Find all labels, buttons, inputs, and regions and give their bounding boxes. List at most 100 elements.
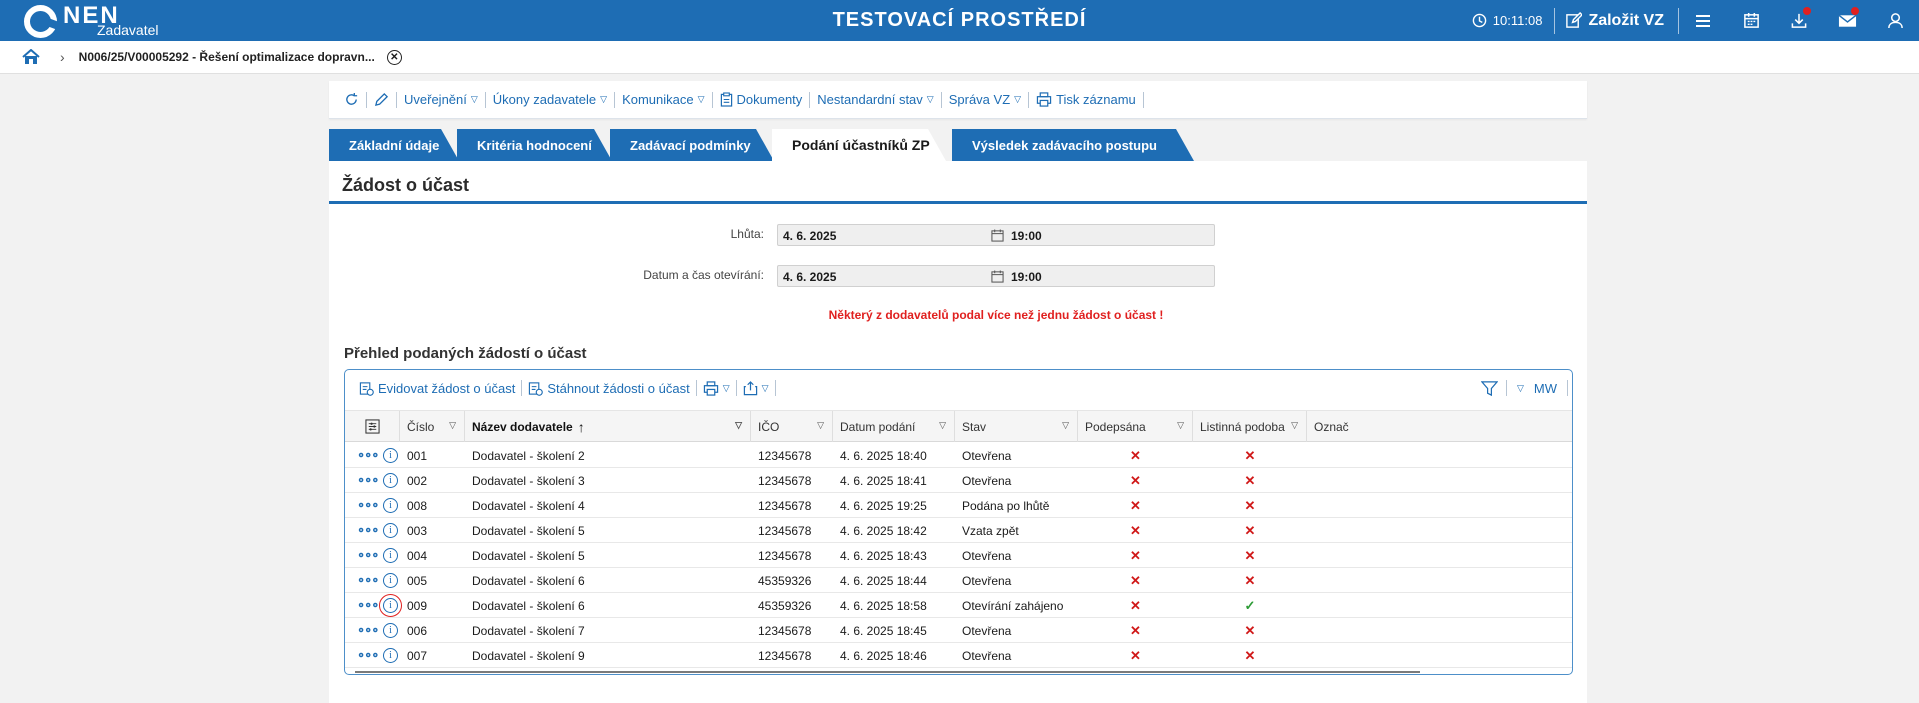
more-options-icon[interactable]: ∘∘∘ bbox=[357, 597, 379, 613]
documents-label: Dokumenty bbox=[736, 92, 803, 107]
filter-triangle-icon: ▽ bbox=[1177, 420, 1184, 430]
menu-button[interactable] bbox=[1679, 0, 1727, 41]
tab-procedure-result[interactable]: Výsledek zadávacího postupu bbox=[952, 129, 1194, 161]
divider bbox=[1505, 380, 1507, 396]
view-menu[interactable]: ▽ MW bbox=[1515, 381, 1559, 396]
filter-icon[interactable] bbox=[1480, 380, 1498, 397]
table-row[interactable]: ∘∘∘ i 005 Dodavatel - školení 6 45359326 4. 6… bbox=[345, 568, 1572, 593]
create-vz-label: Založit VZ bbox=[1588, 11, 1664, 29]
column-header-podepsana[interactable]: Podepsána ▽ bbox=[1078, 411, 1193, 442]
print-record-button[interactable]: Tisk záznamu bbox=[1029, 92, 1143, 107]
more-options-icon[interactable]: ∘∘∘ bbox=[357, 622, 379, 638]
info-icon[interactable]: i bbox=[383, 448, 398, 463]
messages-button[interactable] bbox=[1823, 0, 1871, 41]
horizontal-scrollbar[interactable] bbox=[355, 671, 1420, 673]
more-options-icon[interactable]: ∘∘∘ bbox=[357, 522, 379, 538]
cell-nazev: Dodavatel - školení 7 bbox=[472, 623, 585, 638]
breadcrumb-item[interactable]: N006/25/V00005292 - Řešení optimalizace … bbox=[79, 50, 375, 64]
divider bbox=[1567, 380, 1568, 396]
column-label: Podepsána bbox=[1085, 419, 1146, 434]
nonstandard-menu[interactable]: Nestandardní stav ▽ bbox=[810, 92, 940, 107]
column-header-listinna[interactable]: Listinná podoba ▽ bbox=[1193, 411, 1307, 442]
info-icon[interactable]: i bbox=[383, 548, 398, 563]
info-icon[interactable]: i bbox=[383, 623, 398, 638]
column-header-datum[interactable]: Datum podání ▽ bbox=[833, 411, 955, 442]
publish-label: Uveřejnění bbox=[404, 92, 467, 107]
cell-cislo: 002 bbox=[407, 473, 428, 488]
more-options-icon[interactable]: ∘∘∘ bbox=[357, 572, 379, 588]
more-options-icon[interactable]: ∘∘∘ bbox=[357, 547, 379, 563]
manage-label: Správa VZ bbox=[948, 92, 1011, 107]
column-header-cislo[interactable]: Číslo ▽ bbox=[400, 411, 465, 442]
close-icon[interactable]: ✕ bbox=[386, 49, 402, 65]
tab-evaluation-criteria[interactable]: Kritéria hodnocení bbox=[457, 129, 612, 161]
session-clock: 10:11:08 bbox=[1472, 13, 1555, 28]
more-options-icon[interactable]: ∘∘∘ bbox=[357, 647, 379, 663]
cell-stav: Otevřena bbox=[962, 648, 1012, 663]
filter-triangle-icon: ▽ bbox=[1062, 420, 1069, 430]
documents-button[interactable]: Dokumenty bbox=[713, 92, 810, 107]
deadline-field[interactable]: 4. 6. 2025 19:00 bbox=[777, 224, 1215, 246]
tab-basic-info[interactable]: Základní údaje bbox=[329, 129, 459, 161]
info-icon[interactable]: i bbox=[383, 573, 398, 588]
info-icon[interactable]: i bbox=[383, 648, 398, 663]
cell-stav: Otevřena bbox=[962, 623, 1012, 638]
manage-menu[interactable]: Správa VZ ▽ bbox=[942, 92, 1028, 107]
download-requests-button[interactable]: Stáhnout žádosti o účast bbox=[522, 381, 695, 396]
column-header-ico[interactable]: IČO ▽ bbox=[751, 411, 833, 442]
calendar-icon bbox=[1743, 12, 1759, 28]
table-row[interactable]: ∘∘∘ i 007 Dodavatel - školení 9 12345678 4. 6… bbox=[345, 643, 1572, 668]
cell-datum: 4. 6. 2025 18:58 bbox=[840, 598, 927, 613]
table-row[interactable]: ∘∘∘ i 006 Dodavatel - školení 7 12345678 4. 6… bbox=[345, 618, 1572, 643]
table-row[interactable]: ∘∘∘ i 008 Dodavatel - školení 4 12345678 4. 6… bbox=[345, 493, 1572, 518]
grid-print-menu[interactable]: ▽ bbox=[697, 380, 736, 396]
opening-time: 19:00 bbox=[1011, 270, 1042, 284]
more-options-icon[interactable]: ∘∘∘ bbox=[357, 472, 379, 488]
edit-button[interactable] bbox=[367, 92, 396, 107]
table-row[interactable]: ∘∘∘ i 003 Dodavatel - školení 5 12345678 4. 6… bbox=[345, 518, 1572, 543]
triangle-down-icon: ▽ bbox=[697, 94, 705, 104]
column-header-oznaceni[interactable]: Označ bbox=[1307, 411, 1367, 442]
column-settings-button[interactable] bbox=[345, 411, 400, 442]
pencil-icon bbox=[374, 92, 389, 107]
more-options-icon[interactable]: ∘∘∘ bbox=[357, 497, 379, 513]
notification-dot bbox=[1803, 7, 1811, 15]
filter-triangle-icon: ▽ bbox=[735, 420, 742, 430]
downloads-button[interactable] bbox=[1775, 0, 1823, 41]
tab-tender-conditions[interactable]: Zadávací podmínky bbox=[610, 129, 774, 161]
table-row[interactable]: ∘∘∘ i 004 Dodavatel - školení 5 12345678 4. 6… bbox=[345, 543, 1572, 568]
logo-subtitle: Zadavatel bbox=[97, 22, 159, 38]
opening-field[interactable]: 4. 6. 2025 19:00 bbox=[777, 265, 1215, 287]
column-header-nazev[interactable]: Název dodavatele ↑ ▽ bbox=[465, 411, 751, 442]
column-header-stav[interactable]: Stav ▽ bbox=[955, 411, 1078, 442]
register-request-button[interactable]: Evidovat žádost o účast bbox=[353, 381, 521, 396]
table-row[interactable]: ∘∘∘ i 009 Dodavatel - školení 6 45359326 4. 6… bbox=[345, 593, 1572, 618]
table-row[interactable]: ∘∘∘ i 002 Dodavatel - školení 3 12345678 4. 6… bbox=[345, 468, 1572, 493]
info-icon[interactable]: i bbox=[383, 473, 398, 488]
info-icon[interactable]: i bbox=[379, 594, 402, 617]
info-icon[interactable]: i bbox=[383, 498, 398, 513]
cell-podepsana: ✕ bbox=[1130, 597, 1141, 613]
publish-menu[interactable]: Uveřejnění ▽ bbox=[397, 92, 485, 107]
calendar-button[interactable] bbox=[1727, 0, 1775, 41]
clock-time: 10:11:08 bbox=[1492, 13, 1543, 28]
communication-menu[interactable]: Komunikace ▽ bbox=[615, 92, 711, 107]
cell-ico: 12345678 bbox=[758, 498, 812, 513]
logo-ring-icon bbox=[24, 4, 57, 38]
create-vz-button[interactable]: Založit VZ bbox=[1555, 12, 1678, 30]
more-options-icon[interactable]: ∘∘∘ bbox=[357, 447, 379, 463]
table-row[interactable]: ∘∘∘ i 001 Dodavatel - školení 2 12345678 4. 6… bbox=[345, 443, 1572, 468]
user-button[interactable] bbox=[1871, 0, 1919, 41]
printer-icon bbox=[1036, 92, 1052, 107]
divider bbox=[774, 380, 776, 396]
cell-nazev: Dodavatel - školení 3 bbox=[472, 473, 585, 488]
cell-nazev: Dodavatel - školení 9 bbox=[472, 648, 585, 663]
info-icon[interactable]: i bbox=[383, 523, 398, 538]
actions-menu[interactable]: Úkony zadavatele ▽ bbox=[486, 92, 614, 107]
home-button[interactable] bbox=[22, 49, 40, 65]
grid-export-menu[interactable]: ▽ bbox=[737, 380, 775, 396]
communication-label: Komunikace bbox=[622, 92, 694, 107]
refresh-button[interactable] bbox=[337, 92, 366, 107]
tab-submissions[interactable]: Podání účastníků ZP bbox=[772, 129, 946, 161]
grid-toolbar: Evidovat žádost o účast Stáhnout žádosti… bbox=[345, 370, 1572, 406]
